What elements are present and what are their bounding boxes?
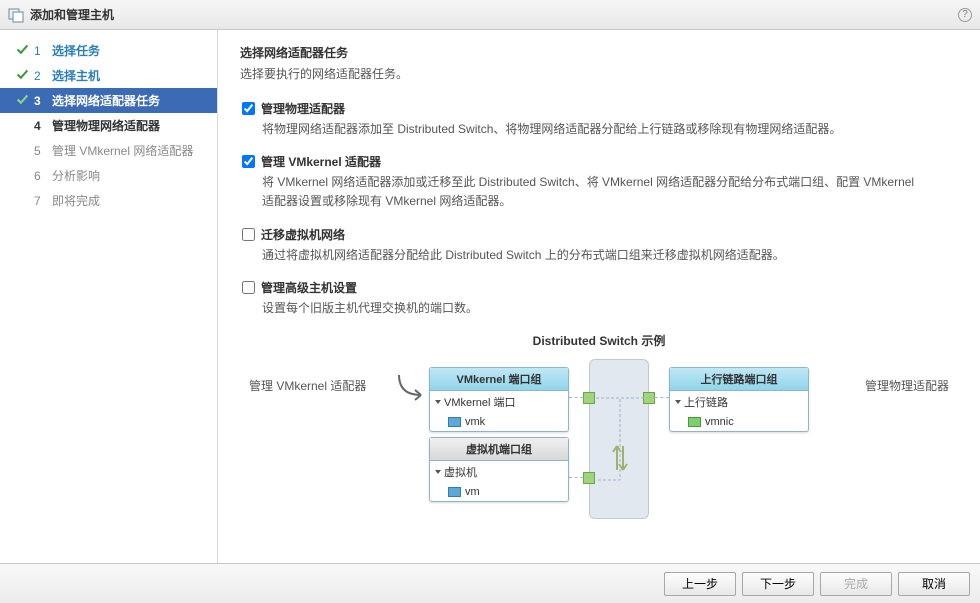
card-row: vmnic <box>705 416 734 428</box>
page-title: 选择网络适配器任务 <box>240 44 958 61</box>
option-manage-physical: 管理物理适配器 将物理网络适配器添加至 Distributed Switch、将… <box>240 100 958 139</box>
back-button[interactable]: 上一步 <box>664 572 736 596</box>
step-5: 5 管理 VMkernel 网络适配器 <box>0 138 217 163</box>
step-num: 7 <box>34 194 48 208</box>
switch-lines-icon <box>596 380 644 510</box>
step-label: 管理 VMkernel 网络适配器 <box>52 142 193 159</box>
option-desc: 通过将虚拟机网络适配器分配给此 Distributed Switch 上的分布式… <box>262 246 922 265</box>
checkbox-manage-physical[interactable] <box>242 102 255 115</box>
expand-icon <box>675 400 681 404</box>
expand-icon <box>435 400 441 404</box>
check-icon <box>14 68 30 84</box>
connector-line <box>649 397 669 398</box>
card-header: VMkernel 端口组 <box>430 368 568 391</box>
step-3[interactable]: 3 选择网络适配器任务 <box>0 88 217 113</box>
step-label: 选择任务 <box>52 42 100 59</box>
option-manage-vmkernel: 管理 VMkernel 适配器 将 VMkernel 网络适配器添加或迁移至此 … <box>240 153 958 211</box>
option-label: 管理 VMkernel 适配器 <box>261 153 381 170</box>
vm-portgroup-card: 虚拟机端口组 虚拟机 vm <box>429 437 569 502</box>
diagram-right-label: 管理物理适配器 <box>865 377 949 394</box>
step-num: 4 <box>34 119 48 133</box>
step-4: 4 管理物理网络适配器 <box>0 113 217 138</box>
nic-icon <box>688 417 701 427</box>
option-advanced-host: 管理高级主机设置 设置每个旧版主机代理交换机的端口数。 <box>240 279 958 318</box>
connector-line <box>569 397 589 398</box>
check-icon <box>14 43 30 59</box>
uplink-portgroup-card: 上行链路端口组 上行链路 vmnic <box>669 367 809 432</box>
checkbox-manage-vmkernel[interactable] <box>242 155 255 168</box>
connector-line <box>569 477 589 478</box>
step-label: 分析影响 <box>52 167 100 184</box>
main-panel: 选择网络适配器任务 选择要执行的网络适配器任务。 管理物理适配器 将物理网络适配… <box>218 30 980 563</box>
diagram-title: Distributed Switch 示例 <box>240 332 958 349</box>
diagram: 管理 VMkernel 适配器 管理物理适配器 <box>249 359 949 529</box>
finish-button: 完成 <box>820 572 892 596</box>
port-icon <box>583 472 595 484</box>
step-label: 选择网络适配器任务 <box>52 92 160 109</box>
option-label: 管理物理适配器 <box>261 100 345 117</box>
check-icon <box>14 93 30 109</box>
card-row: 上行链路 <box>684 394 728 410</box>
option-label: 管理高级主机设置 <box>261 279 357 296</box>
hosts-icon <box>8 7 24 23</box>
expand-icon <box>435 470 441 474</box>
step-num: 1 <box>34 44 48 58</box>
cancel-button[interactable]: 取消 <box>898 572 970 596</box>
window-title: 添加和管理主机 <box>30 6 114 23</box>
card-header: 虚拟机端口组 <box>430 438 568 461</box>
port-icon <box>583 392 595 404</box>
card-row: VMkernel 端口 <box>444 394 516 410</box>
diagram-left-label: 管理 VMkernel 适配器 <box>249 377 366 394</box>
step-num: 3 <box>34 94 48 108</box>
nic-icon <box>448 417 461 427</box>
step-7: 7 即将完成 <box>0 188 217 213</box>
wizard-steps: 1 选择任务 2 选择主机 3 选择网络适配器任务 4 管理物理网络适配器 5 … <box>0 30 218 563</box>
step-num: 2 <box>34 69 48 83</box>
card-header: 上行链路端口组 <box>670 368 808 391</box>
step-1[interactable]: 1 选择任务 <box>0 38 217 63</box>
step-label: 即将完成 <box>52 192 100 209</box>
option-desc: 将 VMkernel 网络适配器添加或迁移至此 Distributed Swit… <box>262 173 922 211</box>
switch-box <box>589 359 649 519</box>
option-desc: 设置每个旧版主机代理交换机的端口数。 <box>262 299 922 318</box>
checkbox-advanced-host[interactable] <box>242 281 255 294</box>
card-row: vm <box>465 486 480 498</box>
help-icon[interactable]: ? <box>958 8 972 22</box>
nic-icon <box>448 487 461 497</box>
checkbox-migrate-vm-network[interactable] <box>242 228 255 241</box>
step-label: 选择主机 <box>52 67 100 84</box>
titlebar: 添加和管理主机 ? <box>0 0 980 30</box>
next-button[interactable]: 下一步 <box>742 572 814 596</box>
option-desc: 将物理网络适配器添加至 Distributed Switch、将物理网络适配器分… <box>262 120 922 139</box>
port-icon <box>643 392 655 404</box>
step-num: 6 <box>34 169 48 183</box>
option-label: 迁移虚拟机网络 <box>261 226 345 243</box>
card-row: 虚拟机 <box>444 464 477 480</box>
option-migrate-vm-network: 迁移虚拟机网络 通过将虚拟机网络适配器分配给此 Distributed Swit… <box>240 226 958 265</box>
step-2[interactable]: 2 选择主机 <box>0 63 217 88</box>
step-6: 6 分析影响 <box>0 163 217 188</box>
arrow-left-icon <box>397 373 427 403</box>
footer: 上一步 下一步 完成 取消 <box>0 563 980 603</box>
vmkernel-portgroup-card: VMkernel 端口组 VMkernel 端口 vmk <box>429 367 569 432</box>
step-num: 5 <box>34 144 48 158</box>
step-label: 管理物理网络适配器 <box>52 117 160 134</box>
card-row: vmk <box>465 416 485 428</box>
page-subtitle: 选择要执行的网络适配器任务。 <box>240 65 958 82</box>
